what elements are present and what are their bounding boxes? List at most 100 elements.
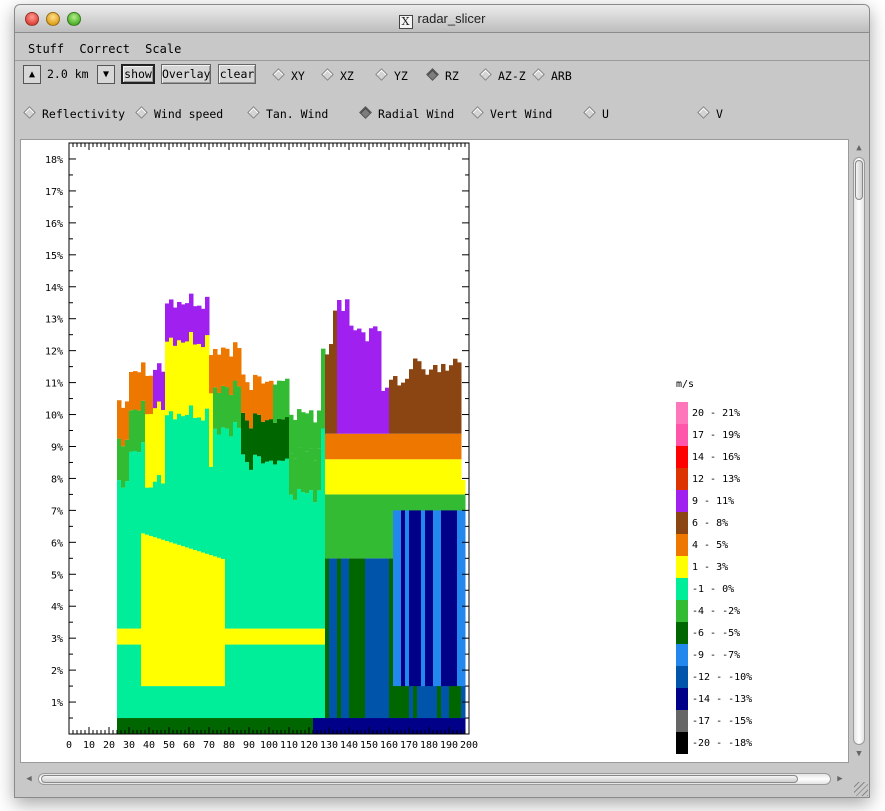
heatmap-cell — [321, 628, 326, 645]
heatmap-cell — [437, 372, 442, 434]
heatmap-cell — [421, 459, 426, 495]
heatmap-cell — [229, 356, 234, 395]
view-xz-radio[interactable]: XZ — [321, 68, 354, 83]
field-tan-wind-radio[interactable]: Tan. Wind — [247, 106, 328, 121]
horizontal-scrollbar[interactable]: ◀ ▶ — [20, 771, 849, 787]
heatmap-cell — [241, 374, 246, 413]
vertical-scroll-thumb[interactable] — [855, 160, 863, 200]
heatmap-cell — [397, 433, 402, 460]
view-az-z-radio[interactable]: AZ-Z — [479, 68, 526, 83]
heatmap-cell — [201, 686, 206, 719]
y-tick-label: 17% — [45, 187, 63, 198]
heatmap-cell — [305, 628, 310, 645]
heatmap-cell — [361, 558, 366, 719]
scroll-right-arrow-icon[interactable]: ▶ — [833, 772, 847, 786]
clear-button[interactable]: clear — [218, 64, 256, 84]
view-yz-radio[interactable]: YZ — [375, 68, 408, 83]
heatmap-cell — [201, 552, 206, 687]
view-arb-radio[interactable]: ARB — [532, 68, 572, 83]
show-button[interactable]: show — [121, 64, 155, 84]
field-reflectivity-radio[interactable]: Reflectivity — [23, 106, 125, 121]
heatmap-cell — [273, 422, 278, 465]
heatmap-cell — [449, 433, 454, 460]
heatmap-cell — [353, 330, 358, 434]
field-v-radio[interactable]: V — [697, 106, 723, 121]
heatmap-cell — [361, 332, 366, 434]
heatmap-cell — [457, 362, 462, 434]
menu-correct[interactable]: Correct — [76, 33, 135, 56]
field-radial-wind-radio[interactable]: Radial Wind — [359, 106, 454, 121]
heatmap-cell — [305, 413, 310, 452]
heatmap-cell — [357, 558, 362, 719]
y-tick-label: 13% — [45, 315, 63, 326]
heatmap-cell — [345, 459, 350, 495]
menu-stuff[interactable]: Stuff — [25, 33, 69, 56]
view-xy-radio[interactable]: XY — [272, 68, 305, 83]
heatmap-cell — [121, 644, 126, 719]
legend-label: 12 - 13% — [692, 474, 740, 485]
heatmap-cell — [353, 494, 358, 559]
plot-canvas[interactable]: 0 10 20 30 40 50 60 70 80 90 100 110 120 130 140 150 160… — [20, 139, 849, 763]
heatmap-cell — [209, 355, 214, 394]
heatmap-cell — [297, 409, 302, 448]
heatmap-cell — [441, 433, 446, 460]
heatmap-cell — [397, 459, 402, 495]
resize-grip-icon[interactable] — [854, 782, 868, 796]
overlay-button[interactable]: Overlay — [161, 64, 211, 84]
heatmap-cell — [361, 494, 366, 559]
legend-label: 20 - 21% — [692, 408, 740, 419]
vertical-scroll-track[interactable] — [853, 157, 865, 745]
heatmap-cell — [441, 459, 446, 495]
heatmap-cell — [361, 459, 366, 495]
heatmap-cell — [189, 686, 194, 719]
field-vert-wind-radio[interactable]: Vert Wind — [471, 106, 552, 121]
heatmap-cell — [233, 342, 238, 381]
view-rz-radio[interactable]: RZ — [426, 68, 459, 83]
title-bar: Xradar_slicer — [15, 5, 869, 33]
heatmap-cell — [281, 380, 286, 420]
horizontal-scroll-thumb[interactable] — [41, 775, 798, 783]
scroll-up-arrow-icon[interactable]: ▲ — [852, 141, 866, 155]
heatmap-cell — [293, 458, 298, 500]
heatmap-cell — [149, 375, 154, 415]
legend-swatch — [676, 644, 688, 666]
heatmap-cell — [117, 438, 122, 481]
heatmap-cell — [253, 374, 258, 414]
heatmap-cell — [449, 365, 454, 434]
heatmap-cell — [149, 535, 154, 687]
heatmap-cell — [281, 419, 286, 461]
y-tick-label: 3% — [51, 634, 63, 645]
menu-scale[interactable]: Scale — [142, 33, 186, 56]
heatmap-cell — [117, 480, 122, 629]
heatmap-cell — [265, 420, 270, 462]
heatmap-cell — [305, 493, 310, 629]
field-wind-speed-radio[interactable]: Wind speed — [135, 106, 223, 121]
heatmap-cell — [273, 628, 278, 645]
heatmap-cell — [233, 628, 238, 645]
heatmap-cell — [249, 644, 254, 719]
heatmap-cell — [221, 427, 226, 559]
heatmap-cell — [205, 686, 210, 719]
field-u-radio[interactable]: U — [583, 106, 609, 121]
y-tick-label: 1% — [51, 698, 63, 709]
heatmap-cell — [245, 462, 250, 629]
color-legend: m/s 20 - 21% 17 - 19% 14 - 16% 12 - 13% 9 - 1… — [676, 379, 752, 754]
field-toolbar: Reflectivity Wind speed Tan. Wind Radial… — [15, 93, 869, 135]
scroll-left-arrow-icon[interactable]: ◀ — [22, 772, 36, 786]
heatmap-cell — [385, 558, 390, 719]
y-tick-label: 16% — [45, 219, 63, 230]
heatmap-cell — [385, 433, 390, 460]
heatmap-cell — [125, 628, 130, 645]
heatmap-cell — [265, 628, 270, 645]
heatmap-cell — [213, 556, 218, 687]
heatmap-cell — [289, 414, 294, 454]
radio-diamond-selected-icon — [359, 106, 372, 119]
heatmap-cell — [273, 464, 278, 629]
heatmap-cell — [205, 553, 210, 687]
height-up-button[interactable]: ▲ — [23, 65, 41, 84]
scroll-down-arrow-icon[interactable]: ▼ — [852, 747, 866, 761]
height-down-button[interactable]: ▼ — [97, 65, 115, 84]
vertical-scrollbar[interactable]: ▲ ▼ — [851, 139, 867, 763]
horizontal-scroll-track[interactable] — [38, 773, 831, 785]
heatmap-cell — [373, 433, 378, 460]
